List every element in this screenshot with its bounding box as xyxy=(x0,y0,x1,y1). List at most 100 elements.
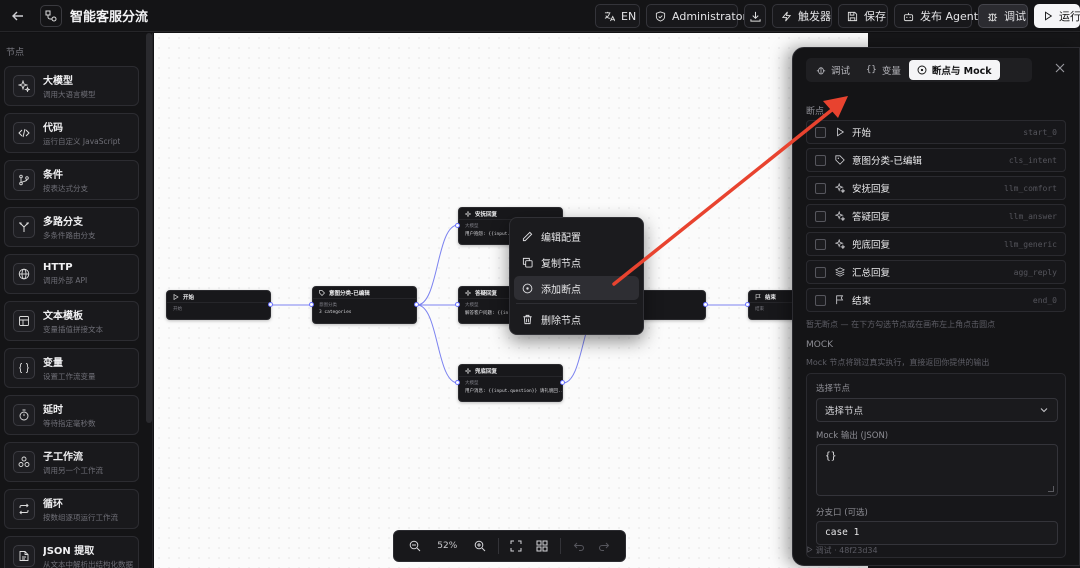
breakpoint-checkbox[interactable] xyxy=(815,154,826,166)
sparkles-icon xyxy=(834,238,846,250)
breakpoint-id: llm_comfort xyxy=(1004,183,1057,193)
role-label: Administrator xyxy=(672,9,747,23)
breakpoint-id: cls_intent xyxy=(1008,155,1057,165)
node-label: 结束 xyxy=(755,307,764,312)
breakpoint-checkbox[interactable] xyxy=(815,182,826,194)
breakpoint-name: 汇总回复 xyxy=(852,268,891,279)
mock-title: MOCK xyxy=(806,340,834,350)
palette-item-template[interactable]: 文本模板 变量插值拼接文本 xyxy=(4,301,139,341)
close-panel-button[interactable] xyxy=(1055,62,1065,77)
resize-handle[interactable] xyxy=(1048,486,1054,492)
breakpoint-row[interactable]: 汇总回复 agg_reply xyxy=(806,260,1066,284)
input-port[interactable] xyxy=(455,223,460,228)
select-node-dropdown[interactable]: 选择节点 xyxy=(816,398,1058,422)
palette-item-llm[interactable]: 大模型 调用大语言模型 xyxy=(4,66,139,106)
circle-dot-icon xyxy=(522,283,533,293)
mock-output-textarea[interactable]: {} xyxy=(816,444,1058,496)
node-title: 答疑回复 xyxy=(475,290,498,297)
breakpoint-checkbox[interactable] xyxy=(815,126,826,138)
zoom-out-button[interactable] xyxy=(402,534,428,558)
split-icon xyxy=(13,216,35,238)
timer-icon xyxy=(13,404,35,426)
menu-item-edit-config[interactable]: 编辑配置 xyxy=(514,224,639,248)
redo-button[interactable] xyxy=(591,534,617,558)
breakpoints-hint: 暂无断点 — 在下方勾选节点或在画布左上角点击圆点 xyxy=(806,320,996,329)
palette-scrollbar[interactable] xyxy=(146,33,152,423)
run-button[interactable]: 运行 xyxy=(1034,4,1080,28)
branch-input[interactable]: case 1 xyxy=(816,521,1058,545)
palette-item-condition[interactable]: 条件 按表达式分支 xyxy=(4,160,139,200)
fit-view-button[interactable] xyxy=(504,534,530,558)
breakpoint-row[interactable]: 意图分类-已编辑 cls_intent xyxy=(806,148,1066,172)
breakpoint-row[interactable]: 结束 end_0 xyxy=(806,288,1066,312)
palette-item-title: 代码 xyxy=(43,123,63,134)
breakpoint-row[interactable]: 答疑回复 llm_answer xyxy=(806,204,1066,228)
palette-item-switch[interactable]: 多路分支 多条件路由分支 xyxy=(4,207,139,247)
tab-breakpoints-mock[interactable]: 断点与 Mock xyxy=(908,60,1000,80)
back-button[interactable] xyxy=(6,4,30,28)
node-label: 开始 xyxy=(173,307,182,312)
breakpoint-id: llm_answer xyxy=(1008,211,1057,221)
input-port[interactable] xyxy=(455,302,460,307)
palette-item-http[interactable]: HTTP 调用外部 API xyxy=(4,254,139,294)
circle-dot-icon xyxy=(917,65,927,75)
breakpoint-checkbox[interactable] xyxy=(815,294,826,306)
breakpoint-row[interactable]: 安抚回复 llm_comfort xyxy=(806,176,1066,200)
output-port[interactable] xyxy=(560,380,565,385)
output-port[interactable] xyxy=(268,302,273,307)
input-port[interactable] xyxy=(455,380,460,385)
export-button[interactable] xyxy=(744,4,766,28)
palette-item-desc: 变量插值拼接文本 xyxy=(43,325,103,334)
palette-item-subflow[interactable]: 子工作流 调用另一个工作流 xyxy=(4,442,139,482)
breakpoint-checkbox[interactable] xyxy=(815,238,826,250)
mock-hint: Mock 节点将跳过真实执行，直接返回你提供的输出 xyxy=(806,358,990,367)
input-port[interactable] xyxy=(745,302,750,307)
breakpoint-checkbox[interactable] xyxy=(815,266,826,278)
menu-item-delete[interactable]: 删除节点 xyxy=(514,307,639,331)
menu-item-add-breakpoint[interactable]: 添加断点 xyxy=(514,276,639,300)
output-port[interactable] xyxy=(703,302,708,307)
sparkles-icon xyxy=(465,210,471,217)
language-button[interactable]: EN xyxy=(595,4,640,28)
flow-node-generic[interactable]: 兜底回复 大模型 用户消息: {{input.question}} 请礼貌回..… xyxy=(458,364,563,402)
output-port[interactable] xyxy=(414,302,419,307)
code-icon xyxy=(13,122,35,144)
maximize-icon xyxy=(510,540,522,552)
flow-node-end[interactable]: 结束 结束 xyxy=(748,290,798,320)
palette-item-json-extract[interactable]: JSON 提取 从文本中解析出结构化数据 xyxy=(4,536,139,568)
node-title: 兜底回复 xyxy=(475,368,498,375)
breakpoint-name: 意图分类-已编辑 xyxy=(852,156,922,167)
tag-icon xyxy=(834,154,846,166)
palette-item-variable[interactable]: 变量 设置工作流变量 xyxy=(4,348,139,388)
palette-item-delay[interactable]: 延时 等待指定毫秒数 xyxy=(4,395,139,435)
palette-title: 节点 xyxy=(6,48,25,58)
node-context-menu: 编辑配置 复制节点 添加断点 删除节点 xyxy=(509,217,644,335)
auto-layout-button[interactable] xyxy=(529,534,555,558)
debug-panel: 调试 {} 变量 断点与 Mock 断点 开始 start_0 意图分类-已编辑… xyxy=(792,47,1080,566)
palette-item-loop[interactable]: 循环 按数组逐项运行工作流 xyxy=(4,489,139,529)
zoom-in-button[interactable] xyxy=(467,534,493,558)
breakpoint-checkbox[interactable] xyxy=(815,210,826,222)
grid-icon xyxy=(536,540,548,552)
debug-button[interactable]: 调试 xyxy=(978,4,1028,28)
palette-item-code[interactable]: 代码 运行自定义 JavaScript xyxy=(4,113,139,153)
save-button[interactable]: 保存 xyxy=(838,4,888,28)
role-button[interactable]: Administrator xyxy=(646,4,747,28)
run-label: 运行 xyxy=(1059,10,1080,23)
menu-item-duplicate[interactable]: 复制节点 xyxy=(514,250,639,274)
tag-icon xyxy=(319,289,325,296)
flow-node-start[interactable]: 开始 开始 xyxy=(166,290,271,320)
chevron-down-icon xyxy=(1040,408,1048,413)
tab-variables[interactable]: {} 变量 xyxy=(858,60,909,80)
input-port[interactable] xyxy=(309,302,314,307)
breakpoint-row[interactable]: 兜底回复 llm_generic xyxy=(806,232,1066,256)
sparkles-icon xyxy=(834,182,846,194)
translate-icon xyxy=(604,11,615,21)
undo-button[interactable] xyxy=(566,534,592,558)
trigger-button[interactable]: 触发器 xyxy=(772,4,832,28)
breakpoint-row[interactable]: 开始 start_0 xyxy=(806,120,1066,144)
publish-agent-button[interactable]: 发布 Agent xyxy=(894,4,978,28)
tab-debug[interactable]: 调试 xyxy=(808,60,858,80)
flow-node-intent[interactable]: 意图分类-已编辑 意图分类 3 categories xyxy=(312,286,417,324)
trash-icon xyxy=(523,314,532,324)
